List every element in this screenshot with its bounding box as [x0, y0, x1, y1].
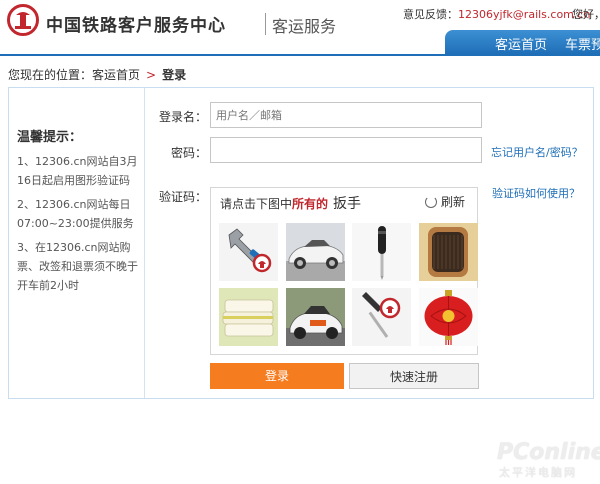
- tip-item: 2、12306.cn网站每日07:00~23:00提供服务: [17, 198, 134, 230]
- login-button[interactable]: 登录: [210, 363, 344, 389]
- captcha-prompt: 请点击下图中所有的: [220, 195, 328, 212]
- password-label: 密码：: [171, 146, 208, 160]
- towels-image: [219, 288, 278, 346]
- breadcrumb-separator: >: [146, 68, 157, 82]
- wrench-image: [219, 223, 278, 281]
- watermark-sub: 太平洋电脑网: [499, 466, 577, 479]
- red-lantern-image: [419, 288, 478, 346]
- sports-car-image: [286, 223, 345, 281]
- header-underline: [0, 54, 600, 56]
- captcha-image-wrench[interactable]: [219, 223, 278, 281]
- header-divider: [265, 13, 266, 35]
- captcha-refresh-button[interactable]: 刷新: [425, 193, 465, 210]
- captcha-target-word: 扳手: [333, 196, 361, 212]
- breadcrumb: 您现在的位置：客运首页 > 登录: [8, 66, 186, 83]
- forgot-password-link[interactable]: 忘记用户名/密码？: [491, 144, 583, 160]
- username-label: 登录名：: [159, 110, 208, 124]
- china-railway-logo: [7, 4, 39, 36]
- captcha-prompt-emphasis: 所有的: [292, 197, 329, 211]
- nav-item-ticket[interactable]: 车票预: [565, 34, 600, 53]
- captcha-box: 请点击下图中所有的 扳手 刷新: [210, 187, 478, 355]
- tips-title: 温馨提示：: [17, 130, 83, 145]
- refresh-icon: [425, 196, 437, 208]
- captcha-image-towels[interactable]: [219, 288, 278, 346]
- captcha-prompt-text: 请点击下图中: [220, 197, 293, 211]
- tip-item: 3、在12306.cn网站购票、改签和退票须不晚于开车前2小时: [17, 241, 138, 292]
- nav-item-home[interactable]: 客运首页: [495, 34, 547, 53]
- captcha-image-sports-car[interactable]: [286, 223, 345, 281]
- site-name: 中国铁路客户服务中心: [46, 16, 226, 36]
- tip-item: 1、12306.cn网站自3月16日起启用图形验证码: [17, 155, 138, 187]
- captcha-image-screwdriver-2[interactable]: [352, 288, 411, 346]
- site-header: 中国铁路客户服务中心 客运服务 意见反馈：12306yjfk@rails.com…: [0, 0, 600, 54]
- screwdriver-image: [352, 288, 411, 346]
- captcha-image-brush[interactable]: [419, 223, 478, 281]
- username-input[interactable]: [210, 102, 482, 128]
- breadcrumb-home-link[interactable]: 客运首页: [92, 68, 140, 82]
- register-button[interactable]: 快速注册: [349, 363, 479, 389]
- captcha-image-rally-car[interactable]: [286, 288, 345, 346]
- tips-sidebar: 温馨提示： 1、12306.cn网站自3月16日起启用图形验证码 2、12306…: [9, 88, 145, 398]
- pconline-watermark: PConline 太平洋电脑网: [493, 440, 600, 484]
- brush-image: [419, 223, 478, 281]
- refresh-label: 刷新: [441, 195, 466, 209]
- feedback-email-link[interactable]: 12306yjfk@rails.com.cn: [458, 8, 590, 21]
- captcha-image-screwdriver[interactable]: [352, 223, 411, 281]
- password-input[interactable]: [210, 137, 482, 163]
- greeting: 您好，: [572, 8, 600, 21]
- site-subtitle: 客运服务: [272, 17, 337, 36]
- screwdriver-image: [352, 223, 411, 281]
- feedback-label: 意见反馈：: [403, 8, 458, 21]
- breadcrumb-current: 登录: [162, 68, 187, 82]
- top-nav: 客运首页 车票预: [445, 30, 600, 54]
- watermark-main: PConline: [497, 440, 600, 465]
- captcha-image-red-lantern[interactable]: [419, 288, 478, 346]
- captcha-help-link[interactable]: 验证码如何使用？: [492, 185, 580, 201]
- captcha-label: 验证码：: [159, 190, 208, 204]
- feedback-info: 意见反馈：12306yjfk@rails.com.cn: [403, 6, 590, 22]
- login-panel: 温馨提示： 1、12306.cn网站自3月16日起启用图形验证码 2、12306…: [8, 87, 600, 479]
- rally-car-image: [286, 288, 345, 346]
- breadcrumb-prefix: 您现在的位置：: [8, 68, 93, 82]
